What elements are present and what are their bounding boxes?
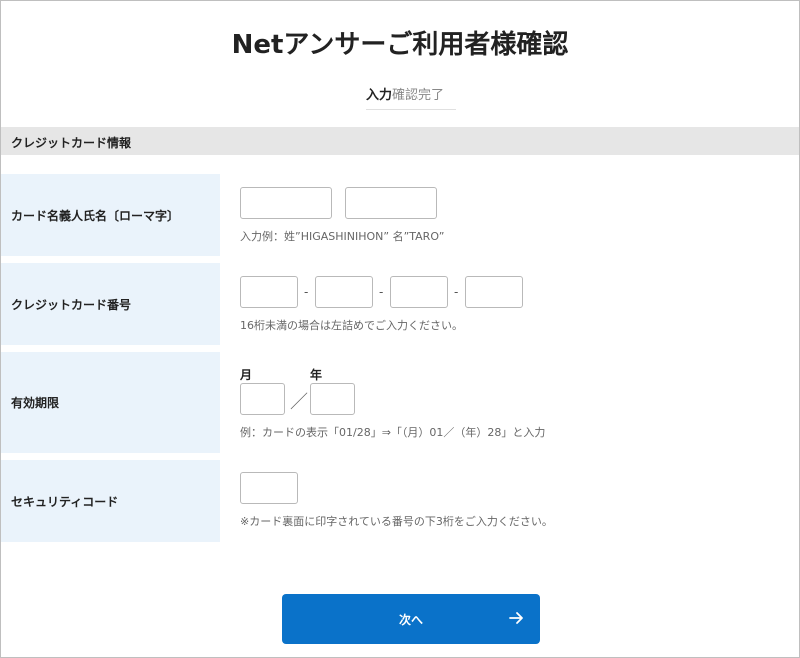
expiry-divider: ／	[290, 392, 308, 413]
arrow-right-icon	[509, 612, 523, 624]
security-code-note: ※カード裏面に印字されている番号の下3桁をご入力ください。	[240, 515, 553, 528]
expiry-label: 有効期限	[1, 352, 220, 453]
card-number-input-4[interactable]	[465, 276, 523, 308]
expiry-year-label: 年	[310, 368, 323, 382]
security-code-label: セキュリティコード	[1, 460, 220, 542]
card-number-note: 16桁未満の場合は左詰めでご入力ください。	[240, 319, 463, 332]
page-title: Netアンサーご利用者様確認	[231, 30, 569, 60]
card-number-input-3[interactable]	[390, 276, 448, 308]
card-number-separator: -	[379, 285, 384, 299]
expiry-month-input[interactable]	[240, 383, 285, 415]
step-input: 入力	[366, 88, 393, 103]
name-note: 入力例：姓”HIGASHINIHON” 名”TARO”	[240, 230, 445, 243]
step-confirm: 確認	[392, 88, 419, 103]
step-complete: 完了	[418, 88, 445, 103]
card-number-input-1[interactable]	[240, 276, 298, 308]
expiry-note: 例：カードの表示「01/28」⇒「（月）01／（年）28」と入力	[240, 426, 546, 439]
next-button-label: 次へ	[398, 612, 423, 627]
card-number-label: クレジットカード番号	[1, 263, 220, 345]
name-label: カード名義人氏名〔ローマ字〕	[1, 174, 220, 256]
section-header: クレジットカード情報	[1, 127, 799, 155]
expiry-year-input[interactable]	[310, 383, 355, 415]
first-name-input[interactable]	[345, 187, 437, 219]
next-button[interactable]: 次へ	[282, 594, 540, 644]
security-code-input[interactable]	[240, 472, 298, 504]
expiry-month-label: 月	[240, 368, 253, 382]
last-name-input[interactable]	[240, 187, 332, 219]
step-indicator: 入力確認完了	[366, 84, 456, 110]
card-number-separator: -	[454, 285, 459, 299]
card-number-separator: -	[304, 285, 309, 299]
card-number-input-2[interactable]	[315, 276, 373, 308]
